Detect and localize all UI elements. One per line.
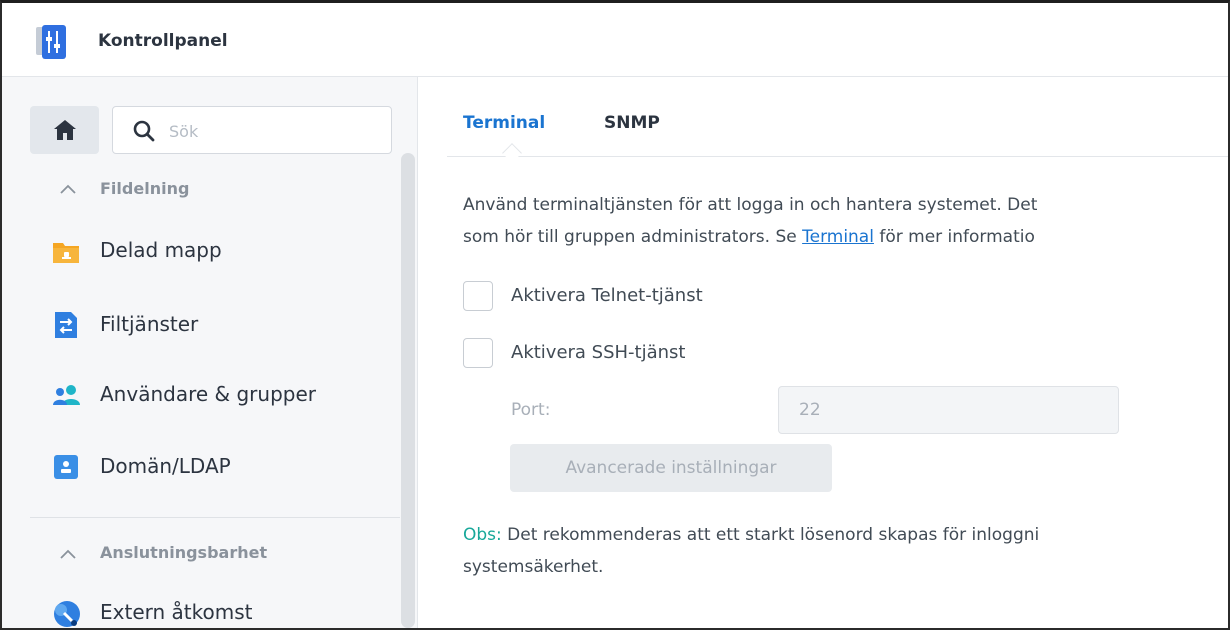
sidebar: Fildelning Delad mapp Filtjäns (2, 77, 418, 628)
chevron-up-icon[interactable] (60, 179, 76, 198)
sidebar-item-delad-mapp[interactable]: Delad mapp (30, 225, 394, 277)
group-header-anslutningsbarhet[interactable]: Anslutningsbarhet (100, 543, 267, 562)
main-panel: Terminal SNMP Använd terminaltjänsten fö… (419, 77, 1228, 628)
sidebar-item-label: Användare & grupper (100, 382, 316, 406)
sidebar-item-label: Delad mapp (100, 238, 222, 262)
sidebar-item-filtjanster[interactable]: Filtjänster (30, 299, 394, 351)
home-button[interactable] (30, 106, 99, 154)
tab-terminal[interactable]: Terminal (463, 113, 545, 133)
description-line-2: som hör till gruppen administrators. Se … (463, 221, 1228, 253)
search-icon (133, 120, 155, 142)
sidebar-item-anvandare-grupper[interactable]: Användare & grupper (30, 369, 394, 421)
note-text: Det rekommenderas att ett starkt lösenor… (501, 525, 1040, 545)
advanced-settings-button[interactable]: Avancerade inställningar (510, 444, 832, 492)
port-input[interactable] (778, 386, 1119, 434)
description-text: för mer informatio (873, 227, 1035, 247)
port-label: Port: (511, 400, 551, 420)
security-note: Obs: Det rekommenderas att ett starkt lö… (463, 519, 1228, 583)
control-panel-window: Kontrollpanel Fildelning (0, 0, 1230, 630)
sidebar-item-label: Extern åtkomst (100, 600, 253, 624)
description-line-1: Använd terminaltjänsten för att logga in… (463, 195, 1038, 215)
users-groups-icon (52, 381, 80, 409)
telnet-label[interactable]: Aktivera Telnet-tjänst (511, 285, 703, 306)
chevron-up-icon[interactable] (60, 544, 76, 563)
external-access-icon (52, 599, 80, 627)
file-services-icon (52, 311, 80, 339)
sidebar-item-label: Domän/LDAP (100, 454, 231, 478)
sidebar-item-label: Filtjänster (100, 312, 199, 336)
terminal-help-link[interactable]: Terminal (802, 227, 874, 247)
tab-bar: Terminal SNMP (447, 77, 1228, 163)
title-bar: Kontrollpanel (2, 3, 1228, 77)
domain-ldap-icon (52, 453, 80, 481)
sidebar-item-extern-atkomst[interactable]: Extern åtkomst (30, 587, 394, 628)
control-panel-icon (36, 25, 66, 59)
ssh-checkbox[interactable] (463, 338, 493, 368)
telnet-checkbox[interactable] (463, 281, 493, 311)
note-line-2: systemsäkerhet. (463, 557, 604, 577)
active-tab-indicator (502, 143, 522, 163)
note-prefix: Obs: (463, 525, 502, 545)
terminal-description: Använd terminaltjänsten för att logga in… (463, 189, 1228, 253)
note-line-1: Obs: Det rekommenderas att ett starkt lö… (463, 519, 1228, 551)
sidebar-item-doman-ldap[interactable]: Domän/LDAP (30, 441, 394, 493)
home-icon (54, 120, 76, 140)
sidebar-divider (30, 517, 400, 518)
window-title: Kontrollpanel (98, 31, 228, 51)
sidebar-scrollbar[interactable] (401, 153, 415, 628)
search-input[interactable] (169, 119, 379, 143)
ssh-label[interactable]: Aktivera SSH-tjänst (511, 342, 686, 363)
description-text: som hör till gruppen administrators. Se (463, 227, 803, 247)
shared-folder-icon (52, 237, 80, 265)
search-box[interactable] (112, 106, 392, 154)
group-header-fildelning[interactable]: Fildelning (100, 179, 189, 198)
tab-snmp[interactable]: SNMP (604, 113, 660, 133)
